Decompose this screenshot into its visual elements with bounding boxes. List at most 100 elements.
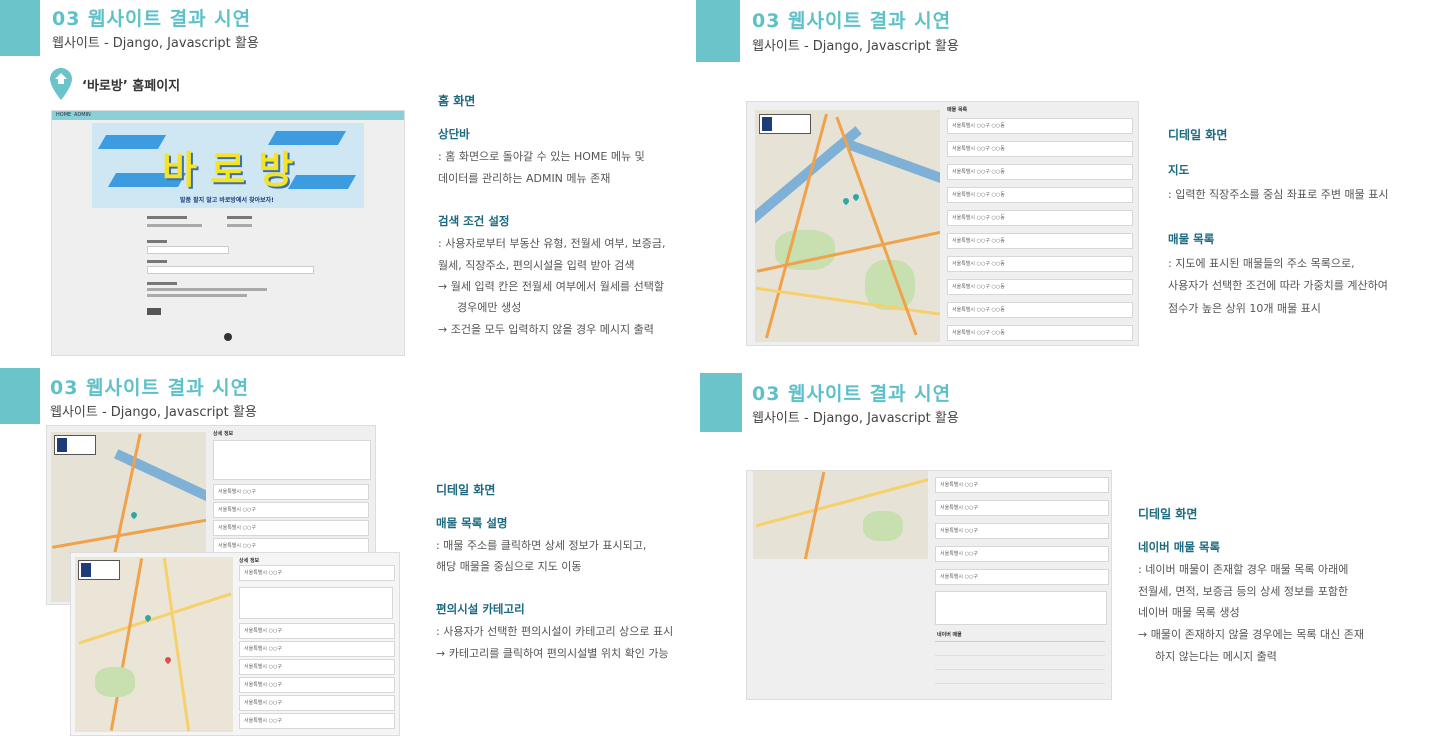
home-desc-line: 데이터를 관리하는 ADMIN 메뉴 존재 <box>438 172 611 185</box>
list-item[interactable]: 서울특별시 ○○구 <box>239 659 395 675</box>
map-view[interactable] <box>75 557 233 732</box>
list-item[interactable]: 서울특별시 ○○구 <box>213 520 369 536</box>
map-view[interactable] <box>753 471 928 559</box>
home-desc-line: → 조건을 모두 입력하지 않을 경우 메시지 출력 <box>438 323 654 336</box>
detail-desc-3-line: 전월세, 면적, 보증금 등의 상세 정보를 포함한 <box>1138 585 1349 598</box>
github-icon[interactable] <box>224 333 232 341</box>
home-desc-line: → 월세 입력 칸은 전월세 여부에서 월세를 선택할 <box>438 280 664 293</box>
property-pin[interactable] <box>851 192 861 202</box>
facility-pin[interactable] <box>163 655 173 665</box>
list-item[interactable]: 서울특별시 ○○구 <box>239 677 395 693</box>
section-title: 03 웹사이트 결과 시연 <box>752 10 952 32</box>
list-item[interactable]: 서울특별시 ○○구 <box>239 641 395 657</box>
naver-table <box>935 641 1105 696</box>
list-item[interactable]: 서울특별시 ○○구 ○○동 <box>947 210 1133 226</box>
banner-caption: 발품 팔지 말고 바로방에서 찾아보자! <box>180 197 274 204</box>
home-desc-sub2: 검색 조건 설정 <box>438 214 510 228</box>
home-desc-sub1: 상단바 <box>438 127 470 141</box>
section-subtitle: 웹사이트 - Django, Javascript 활용 <box>52 36 259 51</box>
section-accent-square <box>0 368 40 424</box>
deposit-input[interactable] <box>147 246 229 254</box>
detail-desc-2-line: : 매물 주소를 클릭하면 상세 정보가 표시되고, <box>436 539 647 552</box>
home-desc-heading: 홈 화면 <box>438 94 476 108</box>
detail-desc-3-line: : 네이버 매물이 존재할 경우 매물 목록 아래에 <box>1138 563 1349 576</box>
facility-category-bar[interactable] <box>78 560 120 580</box>
detail-screenshot-2-front: 상세 정보 서울특별시 ○○구 서울특별시 ○○구 서울특별시 ○○구 서울특별… <box>70 552 400 736</box>
home-desc-line: 월세, 직장주소, 편의시설을 입력 받아 검색 <box>438 259 635 272</box>
detail-desc-3-line: 하지 않는다는 메시지 출력 <box>1155 650 1277 663</box>
list-item[interactable]: 서울특별시 ○○구 <box>239 623 395 639</box>
detail-desc-1-line: : 입력한 직장주소를 중심 좌표로 주변 매물 표시 <box>1168 188 1389 201</box>
detail-desc-1-line: 점수가 높은 상위 10개 매물 표시 <box>1168 302 1321 315</box>
detail-screenshot-3: 서울특별시 ○○구 서울특별시 ○○구 서울특별시 ○○구 서울특별시 ○○구 … <box>746 470 1112 700</box>
section-title: 03 웹사이트 결과 시연 <box>52 8 252 30</box>
facility-category-bar[interactable] <box>54 435 96 455</box>
section-accent-square <box>700 373 742 432</box>
detail-header: 상세 정보 <box>213 431 234 437</box>
list-item[interactable]: 서울특별시 ○○구 <box>213 484 369 500</box>
home-desc-line: 경우에만 생성 <box>457 301 522 314</box>
section-accent-square <box>0 0 40 56</box>
section-subtitle: 웹사이트 - Django, Javascript 활용 <box>50 405 257 420</box>
detail-desc-1-sub2: 매물 목록 <box>1168 232 1215 246</box>
list-item[interactable]: 서울특별시 ○○구 <box>213 502 369 518</box>
home-screenshot: HOME ADMIN 바 로 방 발품 팔지 말고 바로방에서 찾아보자! <box>51 110 405 356</box>
detail-desc-3-line: 네이버 매물 목록 생성 <box>1138 606 1240 619</box>
detail-desc-2-sub1: 매물 목록 설명 <box>436 516 508 530</box>
detail-desc-1-heading: 디테일 화면 <box>1168 128 1228 142</box>
list-item[interactable]: 서울특별시 ○○구 <box>935 523 1109 539</box>
list-item[interactable]: 서울특별시 ○○구 ○○동 <box>947 256 1133 272</box>
list-item[interactable]: 서울특별시 ○○구 ○○동 <box>947 279 1133 295</box>
detail-desc-2-heading: 디테일 화면 <box>436 483 496 497</box>
list-item[interactable]: 서울특별시 ○○구 ○○동 <box>947 141 1133 157</box>
list-item[interactable]: 서울특별시 ○○구 ○○동 <box>947 325 1133 341</box>
nav-home[interactable]: HOME <box>56 112 71 118</box>
search-button[interactable] <box>147 308 161 315</box>
detail-desc-3-heading: 디테일 화면 <box>1138 507 1198 521</box>
homepage-label: ‘바로방’ 홈페이지 <box>82 79 181 94</box>
list-item[interactable]: 서울특별시 ○○구 <box>935 546 1109 562</box>
list-item[interactable]: 서울특별시 ○○구 ○○동 <box>947 187 1133 203</box>
search-form <box>147 216 317 326</box>
detail-desc-1-sub1: 지도 <box>1168 163 1190 177</box>
section-subtitle: 웹사이트 - Django, Javascript 활용 <box>752 411 959 426</box>
facility-category-bar[interactable] <box>759 114 811 134</box>
detail-desc-1-line: : 지도에 표시된 매물들의 주소 목록으로, <box>1168 257 1355 270</box>
nav-admin[interactable]: ADMIN <box>74 112 91 118</box>
detail-desc-2-line: 해당 매물을 중심으로 지도 이동 <box>436 560 582 573</box>
property-pin[interactable] <box>129 510 139 520</box>
home-desc-line: : 홈 화면으로 돌아갈 수 있는 HOME 메뉴 및 <box>438 150 645 163</box>
list-item[interactable]: 서울특별시 ○○구 <box>935 569 1109 585</box>
home-banner: 바 로 방 발품 팔지 말고 바로방에서 찾아보자! <box>92 123 364 208</box>
section-accent-square <box>696 0 740 62</box>
naver-list-header: 네이버 매물 <box>937 632 962 638</box>
address-input[interactable] <box>147 266 314 274</box>
list-item[interactable]: 서울특별시 ○○구 <box>239 713 395 729</box>
list-item[interactable]: 서울특별시 ○○구 ○○동 <box>947 118 1133 134</box>
home-navbar: HOME ADMIN <box>52 111 404 120</box>
section-subtitle: 웹사이트 - Django, Javascript 활용 <box>752 39 959 54</box>
detail-desc-3-sub1: 네이버 매물 목록 <box>1138 540 1221 554</box>
detail-screenshot-1: 매물 목록 서울특별시 ○○구 ○○동 서울특별시 ○○구 ○○동 서울특별시 … <box>746 101 1139 346</box>
detail-desc-1-line: 사용자가 선택한 조건에 따라 가중치를 계산하여 <box>1168 279 1388 292</box>
map-view[interactable] <box>755 110 940 342</box>
list-item[interactable]: 서울특별시 ○○구 <box>239 565 395 581</box>
list-item[interactable]: 서울특별시 ○○구 <box>935 500 1109 516</box>
list-item[interactable]: 서울특별시 ○○구 <box>239 695 395 711</box>
section-title: 03 웹사이트 결과 시연 <box>752 383 952 405</box>
list-item[interactable]: 서울특별시 ○○구 ○○동 <box>947 302 1133 318</box>
detail-desc-2-line: → 카테고리를 클릭하여 편의시설별 위치 확인 가능 <box>436 647 669 660</box>
detail-header: 상세 정보 <box>239 558 260 564</box>
section-title: 03 웹사이트 결과 시연 <box>50 377 250 399</box>
property-pin[interactable] <box>841 196 851 206</box>
home-pin-icon <box>50 68 72 100</box>
home-desc-line: : 사용자로부터 부동산 유형, 전월세 여부, 보증금, <box>438 237 666 250</box>
list-item[interactable]: 서울특별시 ○○구 <box>935 477 1109 493</box>
detail-desc-2-line: : 사용자가 선택한 편의시설이 카테고리 상으로 표시 <box>436 625 674 638</box>
detail-desc-2-sub2: 편의시설 카테고리 <box>436 602 525 616</box>
list-item[interactable]: 서울특별시 ○○구 ○○동 <box>947 164 1133 180</box>
detail-desc-3-line: → 매물이 존재하지 않을 경우에는 목록 대신 존재 <box>1138 628 1364 641</box>
list-item[interactable]: 서울특별시 ○○구 ○○동 <box>947 233 1133 249</box>
banner-logo-text: 바 로 방 <box>162 148 294 192</box>
list-header: 매물 목록 <box>947 107 968 113</box>
